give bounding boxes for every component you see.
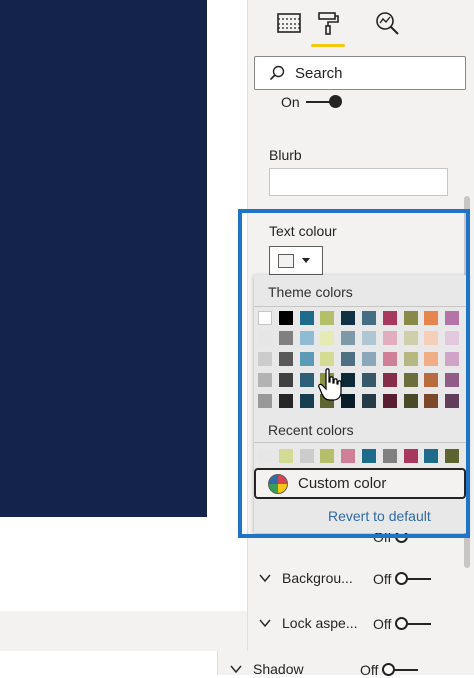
toggle-knob [328,95,342,108]
active-tab-indicator [311,44,345,47]
status-strip [0,611,247,651]
blurb-label: Blurb [269,147,302,163]
paint-roller-icon [318,12,339,35]
toggle-track [305,95,342,108]
toggle-knob [395,572,409,585]
chevron-down-icon [259,574,271,583]
toggle-knob [382,663,396,676]
toggle-track [382,663,419,676]
shadow-toggle[interactable]: Off [360,662,419,678]
tab-analytics[interactable] [370,10,404,46]
canvas-visual[interactable] [0,0,207,517]
toggle-track [395,617,432,630]
table-format-icon [277,13,301,33]
analytics-icon [376,12,399,35]
chevron-down-icon [259,619,271,628]
section-background[interactable]: Backgrou... [258,570,364,586]
chevron-down-icon [230,665,242,674]
search-placeholder: Search [295,64,343,82]
background-toggle[interactable]: Off [373,571,432,587]
blurb-input[interactable] [269,168,448,196]
section-lock-aspect[interactable]: Lock aspe... [258,615,364,631]
hand-cursor-icon [318,368,342,401]
background-toggle-label: Off [373,571,392,587]
lock-aspect-toggle[interactable]: Off [373,616,432,632]
tab-fields[interactable] [272,10,306,46]
visibility-toggle[interactable]: On [281,94,342,110]
highlight-annotation [238,209,470,538]
section-background-label: Backgrou... [282,570,353,586]
lock-aspect-toggle-label: Off [373,616,392,632]
toggle-track [395,572,432,585]
report-canvas[interactable] [0,517,207,611]
page-tabs-area [0,651,218,675]
search-icon [269,65,285,81]
shadow-toggle-label: Off [360,662,379,678]
toggle-knob [395,617,409,630]
toggle-label: On [281,94,300,110]
tab-format[interactable] [311,10,345,46]
search-input[interactable]: Search [254,56,466,90]
section-lock-aspect-label: Lock aspe... [282,615,358,631]
